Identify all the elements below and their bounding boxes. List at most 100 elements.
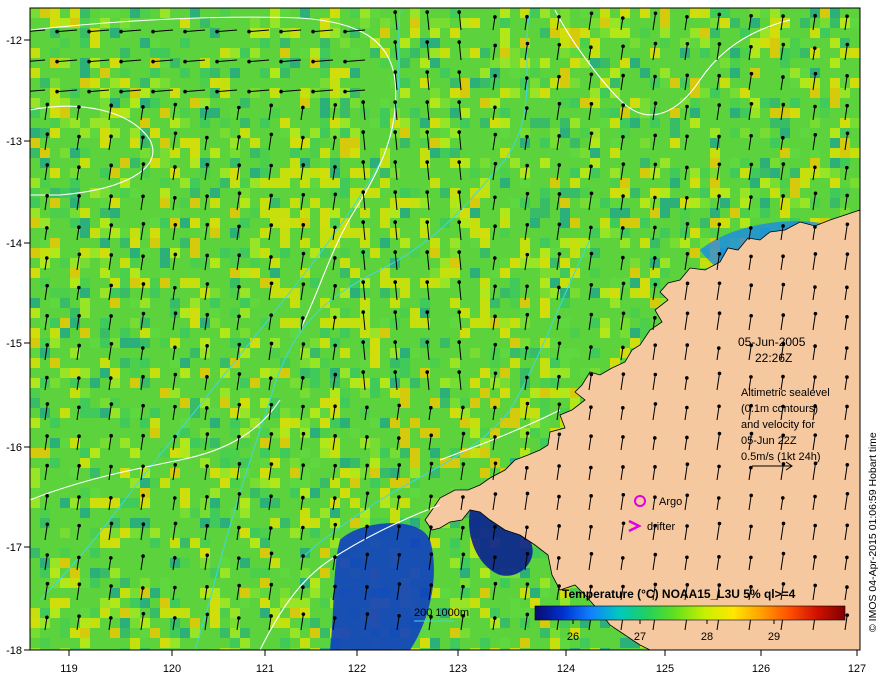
velocity-arrowhead bbox=[685, 221, 690, 226]
velocity-arrowhead bbox=[141, 162, 146, 166]
velocity-arrowhead bbox=[77, 434, 81, 438]
velocity-arrowhead bbox=[524, 76, 529, 80]
velocity-arrowhead bbox=[557, 556, 561, 560]
velocity-arrowhead bbox=[301, 431, 306, 436]
velocity-arrowhead bbox=[845, 42, 850, 47]
sst-map: 119 120 121 122 123 124 125 126 127 -12 -13 -14 -15… bbox=[6, 7, 879, 675]
velocity-arrowhead bbox=[749, 162, 754, 167]
velocity-arrowhead bbox=[621, 556, 625, 560]
velocity-arrowhead bbox=[205, 612, 210, 617]
velocity-arrowhead bbox=[333, 165, 337, 169]
velocity-arrowhead bbox=[845, 585, 849, 589]
velocity-arrowhead bbox=[393, 190, 398, 194]
velocity-arrowhead bbox=[589, 102, 594, 106]
velocity-arrowhead bbox=[247, 29, 251, 34]
cold-water-patch bbox=[330, 523, 434, 650]
velocity-arrowhead bbox=[141, 282, 146, 286]
velocity-arrowhead bbox=[333, 434, 337, 438]
velocity-arrowhead bbox=[237, 191, 242, 196]
latitude-axis: -12 -13 -14 -15 -16 -17 -18 bbox=[6, 35, 30, 657]
velocity-arrowhead bbox=[205, 312, 210, 317]
velocity-arrowhead bbox=[332, 616, 337, 620]
velocity-arrowhead bbox=[247, 89, 251, 94]
velocity-arrowhead bbox=[845, 463, 850, 467]
velocity-arrowhead bbox=[845, 252, 850, 256]
velocity-arrowhead bbox=[557, 222, 562, 227]
velocity-arrowhead bbox=[141, 554, 145, 558]
velocity-arrowhead bbox=[749, 493, 753, 498]
velocity-arrowhead bbox=[813, 165, 817, 170]
velocity-arrowhead bbox=[653, 372, 658, 377]
velocity-arrowhead bbox=[525, 491, 530, 496]
velocity-arrowhead bbox=[45, 102, 50, 107]
velocity-arrowhead bbox=[653, 256, 657, 260]
velocity-arrowhead bbox=[269, 462, 274, 466]
velocity-arrowhead bbox=[205, 135, 209, 140]
velocity-arrowhead bbox=[493, 74, 497, 78]
velocity-arrowhead bbox=[301, 135, 305, 140]
velocity-arrowhead bbox=[237, 525, 241, 530]
velocity-arrowhead bbox=[425, 100, 430, 104]
velocity-arrowhead bbox=[205, 282, 210, 286]
velocity-arrowhead bbox=[492, 616, 497, 620]
velocity-arrowhead bbox=[557, 464, 561, 468]
velocity-arrowhead bbox=[45, 226, 49, 230]
velocity-arrowhead bbox=[457, 250, 462, 254]
velocity-arrowhead bbox=[461, 584, 465, 589]
velocity-arrowhead bbox=[141, 222, 146, 226]
velocity-arrowhead bbox=[457, 190, 462, 194]
velocity-arrowhead bbox=[151, 89, 155, 94]
velocity-arrowhead bbox=[109, 495, 113, 500]
velocity-arrowhead bbox=[361, 190, 366, 194]
velocity-arrowhead bbox=[397, 495, 401, 499]
velocity-arrowhead bbox=[749, 133, 753, 138]
velocity-arrowhead bbox=[236, 616, 241, 620]
velocity-arrowhead bbox=[493, 132, 498, 137]
velocity-arrowhead bbox=[781, 254, 785, 259]
velocity-arrowhead bbox=[173, 165, 177, 169]
velocity-arrowhead bbox=[749, 375, 753, 379]
velocity-arrowhead bbox=[429, 494, 433, 499]
velocity-arrowhead bbox=[237, 342, 242, 347]
velocity-arrowhead bbox=[141, 464, 145, 469]
lat-tick-label: -16 bbox=[6, 442, 22, 454]
velocity-arrowhead bbox=[269, 526, 273, 530]
velocity-arrowhead bbox=[109, 402, 114, 406]
velocity-arrowhead bbox=[557, 432, 562, 437]
velocity-arrowhead bbox=[393, 160, 398, 164]
velocity-arrowhead bbox=[525, 222, 530, 227]
velocity-arrowhead bbox=[749, 195, 753, 199]
velocity-arrowhead bbox=[173, 131, 178, 136]
velocity-arrowhead bbox=[311, 29, 315, 34]
velocity-arrowhead bbox=[717, 281, 722, 286]
velocity-arrowhead bbox=[141, 254, 145, 258]
velocity-arrowhead bbox=[301, 585, 305, 589]
credit-text: © IMOS 04-Apr-2015 01:06:59 Hobart time bbox=[867, 432, 879, 632]
velocity-arrowhead bbox=[653, 402, 658, 406]
velocity-arrowhead bbox=[621, 281, 626, 286]
velocity-arrowhead bbox=[215, 59, 219, 64]
velocity-arrowhead bbox=[77, 555, 81, 560]
velocity-arrowhead bbox=[109, 194, 113, 199]
velocity-arrowhead bbox=[237, 224, 241, 229]
velocity-arrowhead bbox=[653, 41, 658, 46]
velocity-arrowhead bbox=[173, 285, 177, 290]
velocity-arrowhead bbox=[525, 375, 529, 380]
velocity-arrowhead bbox=[845, 434, 849, 438]
velocity-arrowhead bbox=[749, 44, 753, 49]
velocity-arrowhead bbox=[717, 134, 721, 139]
velocity-arrowhead bbox=[396, 436, 401, 440]
velocity-arrowhead bbox=[397, 552, 402, 557]
velocity-arrowhead bbox=[333, 284, 337, 288]
velocity-arrowhead bbox=[173, 521, 178, 526]
velocity-arrowhead bbox=[525, 41, 530, 46]
velocity-arrowhead bbox=[109, 223, 114, 227]
date-label: 05-Jun-2005 bbox=[738, 335, 806, 349]
velocity-arrowhead bbox=[77, 105, 81, 109]
velocity-arrowhead bbox=[183, 59, 187, 64]
velocity-arrowhead bbox=[557, 74, 561, 79]
velocity-arrowhead bbox=[653, 74, 657, 79]
velocity-arrowhead bbox=[109, 521, 114, 526]
velocity-arrowhead bbox=[457, 130, 462, 134]
velocity-arrowhead bbox=[108, 376, 113, 380]
